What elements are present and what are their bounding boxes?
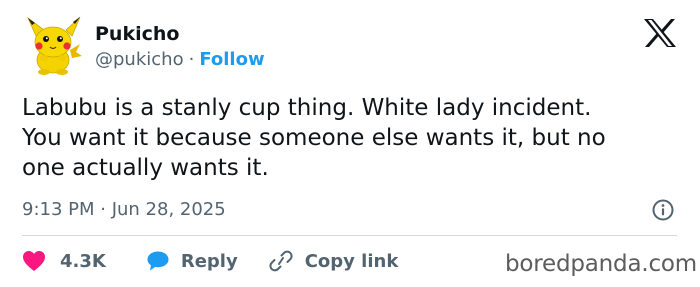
tweet-text-line: Labubu is a stanly cup thing. White lady… (22, 95, 592, 121)
like-count: 4.3K (60, 250, 106, 272)
copy-link-label: Copy link (304, 250, 399, 272)
speech-bubble-icon (147, 251, 169, 271)
like-button[interactable]: 4.3K (22, 250, 106, 272)
author-handle-row: @pukicho · Follow (95, 48, 265, 72)
reply-label: Reply (180, 250, 238, 272)
link-icon (269, 250, 293, 272)
tweet-timestamp[interactable]: 9:13 PM · Jun 28, 2025 (22, 198, 226, 222)
x-logo-icon-graphic (644, 19, 676, 47)
info-icon[interactable] (651, 198, 675, 222)
separator-dot: · (188, 49, 195, 70)
action-bar: 4.3K Reply Copy link (22, 247, 398, 275)
tweet-text-line: You want it because someone else wants i… (22, 125, 606, 151)
copy-link-button[interactable]: Copy link (268, 249, 399, 273)
tweet-text: Labubu is a stanly cup thing. White lady… (22, 93, 687, 183)
divider (22, 235, 677, 236)
tweet-text-line: one actually wants it. (22, 155, 269, 181)
watermark: boredpanda.com (505, 251, 697, 277)
author-handle[interactable]: @pukicho (95, 49, 184, 70)
author-display-name[interactable]: Pukicho (95, 22, 179, 46)
follow-button[interactable]: Follow (199, 49, 264, 70)
avatar[interactable] (22, 14, 84, 76)
tweet-card: Pukicho @pukicho · Follow Labubu is a stan… (0, 0, 700, 287)
x-logo-icon[interactable] (643, 18, 677, 48)
heart-icon (23, 251, 45, 271)
pikachu-avatar-icon (27, 16, 82, 75)
reply-button[interactable]: Reply (146, 250, 238, 272)
info-circle-icon (652, 199, 674, 221)
